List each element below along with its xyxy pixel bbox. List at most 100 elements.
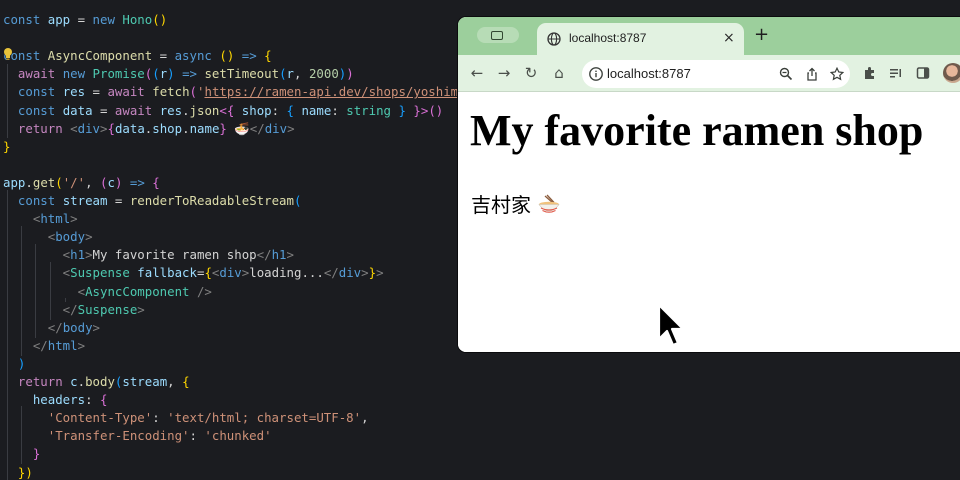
extensions-icon[interactable]: [863, 66, 877, 80]
code-line: }): [3, 464, 33, 480]
code-token: (: [55, 174, 63, 190]
code-token: await: [114, 102, 160, 118]
code-token: h1: [271, 247, 287, 263]
code-token: html: [47, 337, 78, 353]
side-panel-icon[interactable]: [916, 66, 930, 80]
code-token: =: [107, 193, 130, 208]
code-token: .: [77, 374, 86, 389]
ramen-bowl-icon: [538, 194, 560, 213]
code-token: =>: [129, 174, 153, 190]
site-info-icon[interactable]: [588, 66, 604, 82]
code-token: >: [85, 247, 93, 263]
back-icon[interactable]: ←: [468, 55, 486, 91]
code-token: {: [286, 102, 302, 118]
close-tab-icon[interactable]: ×: [723, 29, 735, 47]
code-token: (: [100, 174, 108, 190]
address-bar[interactable]: localhost:8787: [582, 60, 850, 88]
code-token: >: [137, 301, 145, 317]
code-token: https://ramen-api.dev/shops/yoshimuraya: [204, 84, 496, 100]
media-queue-icon[interactable]: [889, 66, 903, 80]
code-line: <body>: [3, 228, 93, 246]
tab-title: localhost:8787: [569, 31, 647, 45]
shop-name: 吉村家: [471, 193, 531, 217]
home-icon[interactable]: ⌂: [550, 55, 568, 91]
code-token: <: [3, 283, 86, 299]
profile-avatar[interactable]: [943, 63, 960, 83]
share-icon[interactable]: [805, 67, 819, 81]
code-line: </Suspense>: [3, 301, 145, 319]
code-token: =: [152, 48, 175, 64]
code-token: loading...: [249, 265, 324, 281]
code-line: </body>: [3, 319, 100, 337]
code-token: return: [3, 120, 71, 136]
code-token: 'Content-Type': [3, 410, 153, 426]
code-token: </: [256, 247, 272, 263]
code-token: </: [3, 337, 48, 353]
code-token: ): [3, 355, 26, 371]
code-token: :: [85, 392, 100, 408]
page-heading: My favorite ramen shop: [470, 106, 924, 155]
code-token: ,: [167, 374, 183, 389]
code-token: (): [219, 48, 242, 64]
code-token: 2000: [308, 66, 339, 82]
code-token: body: [85, 374, 115, 389]
code-token: string: [346, 102, 391, 118]
code-token: data: [62, 102, 93, 118]
code-line: <h1>My favorite ramen shop</h1>: [3, 246, 294, 264]
code-token: AsyncComponent: [85, 283, 197, 299]
code-token: <: [3, 229, 56, 245]
code-token: get: [32, 174, 56, 190]
zoom-icon[interactable]: [779, 67, 793, 81]
code-line: app.get('/', (c) => {: [3, 174, 160, 192]
code-token: c: [107, 174, 115, 190]
code-token: >: [70, 211, 78, 227]
code-line: }: [3, 138, 10, 156]
code-token: >: [361, 265, 369, 281]
code-token: }: [3, 446, 41, 462]
code-token: ,: [294, 66, 309, 82]
code-token: :: [271, 102, 287, 118]
code-line: return c.body(stream, {: [3, 373, 190, 391]
code-line: }: [3, 445, 40, 463]
reload-icon[interactable]: ↻: [522, 55, 540, 91]
browser-tab[interactable]: localhost:8787 ×: [537, 23, 744, 56]
code-line: <AsyncComponent />: [3, 283, 212, 301]
globe-icon: [547, 32, 561, 46]
code-token: res: [159, 102, 183, 118]
code-line: const res = await fetch('https://ramen-a…: [3, 83, 510, 101]
code-token: Suspense: [70, 265, 138, 281]
code-token: 🍜: [226, 120, 250, 136]
code-token: {: [204, 265, 212, 281]
code-token: >: [376, 265, 384, 281]
mouse-cursor: [657, 303, 685, 347]
forward-icon[interactable]: →: [495, 55, 513, 91]
code-token: div: [264, 120, 288, 136]
code-line: <Suspense fallback={<div>loading...</div…: [3, 264, 384, 282]
shop-name-row: 吉村家: [471, 192, 561, 218]
code-token: <: [3, 211, 41, 227]
tab-search-button[interactable]: [477, 27, 519, 43]
code-line: headers: {: [3, 391, 108, 409]
code-token: stream: [62, 193, 108, 208]
code-line: 'Content-Type': 'text/html; charset=UTF-…: [3, 409, 369, 427]
new-tab-button[interactable]: +: [754, 25, 769, 45]
bookmark-star-icon[interactable]: [830, 67, 844, 81]
code-token: const: [3, 84, 63, 100]
code-token: fallback: [137, 265, 197, 281]
code-token: />: [196, 283, 212, 299]
code-token: AsyncComponent: [47, 48, 153, 64]
code-token: <: [70, 120, 78, 136]
code-token: (: [293, 193, 302, 208]
code-token: name: [189, 120, 220, 136]
code-line: </html>: [3, 337, 85, 355]
lightbulb-icon[interactable]: [3, 47, 13, 61]
code-token: Suspense: [77, 301, 138, 317]
code-token: shop: [241, 102, 272, 118]
code-token: (: [152, 66, 160, 82]
code-token: (: [189, 84, 198, 100]
code-line: const data = await res.json<{ shop: { na…: [3, 102, 443, 120]
code-token: =: [85, 84, 108, 100]
code-token: await: [107, 84, 153, 100]
code-token: <: [3, 247, 71, 263]
code-token: stream: [122, 374, 168, 389]
